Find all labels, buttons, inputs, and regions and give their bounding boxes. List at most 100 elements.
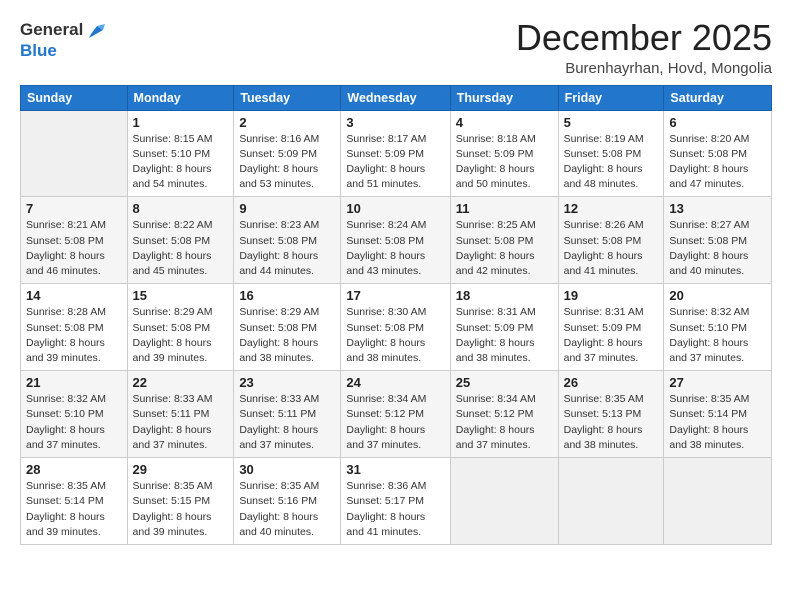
calendar-cell: 2Sunrise: 8:16 AM Sunset: 5:09 PM Daylig… (234, 110, 341, 197)
day-number: 1 (133, 115, 229, 130)
calendar-cell (450, 458, 558, 545)
location-title: Burenhayrhan, Hovd, Mongolia (516, 60, 772, 77)
calendar-cell: 10 Sunrise: 8:24 AM Sunset: 5:08 PM Dayli… (341, 197, 450, 284)
calendar-cell (664, 458, 772, 545)
day-info: Sunrise: 8:25 AM Sunset: 5:08 PM Dayligh… (456, 218, 553, 279)
header-day-tuesday: Tuesday (234, 85, 341, 110)
day-info: Sunrise: 8:30 AM Sunset: 5:08 PM Dayligh… (346, 305, 444, 366)
day-number: 10 (346, 201, 444, 216)
day-info: Sunrise: 8:32 AM Sunset: 5:10 PM Dayligh… (26, 392, 122, 453)
day-number: 17 (346, 288, 444, 303)
calendar-cell: 30 Sunrise: 8:35 AM Sunset: 5:16 PM Dayli… (234, 458, 341, 545)
day-info: Sunrise: 8:21 AM Sunset: 5:08 PM Dayligh… (26, 218, 122, 279)
day-info: Sunrise: 8:35 AM Sunset: 5:14 PM Dayligh… (669, 392, 766, 453)
day-number: 12 (564, 201, 659, 216)
day-info: Sunrise: 8:35 AM Sunset: 5:16 PM Dayligh… (239, 479, 335, 540)
day-number: 9 (239, 201, 335, 216)
day-number: 8 (133, 201, 229, 216)
day-number: 18 (456, 288, 553, 303)
calendar-cell: 1Sunrise: 8:15 AM Sunset: 5:10 PM Daylig… (127, 110, 234, 197)
header-day-thursday: Thursday (450, 85, 558, 110)
calendar-cell: 9Sunrise: 8:23 AM Sunset: 5:08 PM Daylig… (234, 197, 341, 284)
calendar-cell: 12Sunrise: 8:26 AM Sunset: 5:08 PM Dayli… (558, 197, 664, 284)
day-info: Sunrise: 8:19 AM Sunset: 5:08 PM Dayligh… (564, 132, 659, 193)
calendar-table: SundayMondayTuesdayWednesdayThursdayFrid… (20, 85, 772, 545)
calendar-cell: 11 Sunrise: 8:25 AM Sunset: 5:08 PM Dayli… (450, 197, 558, 284)
calendar-cell: 17 Sunrise: 8:30 AM Sunset: 5:08 PM Dayli… (341, 284, 450, 371)
calendar-cell (558, 458, 664, 545)
calendar-week-row: 28 Sunrise: 8:35 AM Sunset: 5:14 PM Dayli… (21, 458, 772, 545)
calendar-cell: 16Sunrise: 8:29 AM Sunset: 5:08 PM Dayli… (234, 284, 341, 371)
calendar-cell: 15Sunrise: 8:29 AM Sunset: 5:08 PM Dayli… (127, 284, 234, 371)
logo-blue: Blue (20, 42, 107, 61)
day-info: Sunrise: 8:34 AM Sunset: 5:12 PM Dayligh… (456, 392, 553, 453)
title-area: December 2025 Burenhayrhan, Hovd, Mongol… (516, 18, 772, 77)
day-number: 7 (26, 201, 122, 216)
day-info: Sunrise: 8:33 AM Sunset: 5:11 PM Dayligh… (239, 392, 335, 453)
calendar-week-row: 21 Sunrise: 8:32 AM Sunset: 5:10 PM Dayli… (21, 371, 772, 458)
day-number: 31 (346, 462, 444, 477)
calendar-cell: 8Sunrise: 8:22 AM Sunset: 5:08 PM Daylig… (127, 197, 234, 284)
day-number: 14 (26, 288, 122, 303)
day-info: Sunrise: 8:20 AM Sunset: 5:08 PM Dayligh… (669, 132, 766, 193)
logo-text: General Blue (20, 18, 107, 61)
calendar-cell: 20Sunrise: 8:32 AM Sunset: 5:10 PM Dayli… (664, 284, 772, 371)
calendar-cell: 5 Sunrise: 8:19 AM Sunset: 5:08 PM Daylig… (558, 110, 664, 197)
day-info: Sunrise: 8:17 AM Sunset: 5:09 PM Dayligh… (346, 132, 444, 193)
day-info: Sunrise: 8:32 AM Sunset: 5:10 PM Dayligh… (669, 305, 766, 366)
day-info: Sunrise: 8:31 AM Sunset: 5:09 PM Dayligh… (564, 305, 659, 366)
day-number: 23 (239, 375, 335, 390)
logo-icon (85, 20, 107, 42)
day-number: 25 (456, 375, 553, 390)
day-info: Sunrise: 8:27 AM Sunset: 5:08 PM Dayligh… (669, 218, 766, 279)
day-number: 19 (564, 288, 659, 303)
day-number: 4 (456, 115, 553, 130)
calendar-cell: 31 Sunrise: 8:36 AM Sunset: 5:17 PM Dayli… (341, 458, 450, 545)
calendar-cell: 19 Sunrise: 8:31 AM Sunset: 5:09 PM Dayli… (558, 284, 664, 371)
day-number: 6 (669, 115, 766, 130)
day-number: 28 (26, 462, 122, 477)
day-info: Sunrise: 8:18 AM Sunset: 5:09 PM Dayligh… (456, 132, 553, 193)
calendar-week-row: 1Sunrise: 8:15 AM Sunset: 5:10 PM Daylig… (21, 110, 772, 197)
day-number: 16 (239, 288, 335, 303)
day-info: Sunrise: 8:31 AM Sunset: 5:09 PM Dayligh… (456, 305, 553, 366)
day-info: Sunrise: 8:29 AM Sunset: 5:08 PM Dayligh… (133, 305, 229, 366)
calendar-cell: 25 Sunrise: 8:34 AM Sunset: 5:12 PM Dayli… (450, 371, 558, 458)
header-day-friday: Friday (558, 85, 664, 110)
day-info: Sunrise: 8:36 AM Sunset: 5:17 PM Dayligh… (346, 479, 444, 540)
header: General Blue December 2025 Burenhayrhan,… (20, 18, 772, 77)
day-number: 22 (133, 375, 229, 390)
calendar-cell: 23 Sunrise: 8:33 AM Sunset: 5:11 PM Dayli… (234, 371, 341, 458)
calendar-cell: 3Sunrise: 8:17 AM Sunset: 5:09 PM Daylig… (341, 110, 450, 197)
calendar-cell: 7 Sunrise: 8:21 AM Sunset: 5:08 PM Daylig… (21, 197, 128, 284)
calendar-cell: 24Sunrise: 8:34 AM Sunset: 5:12 PM Dayli… (341, 371, 450, 458)
calendar-header-row: SundayMondayTuesdayWednesdayThursdayFrid… (21, 85, 772, 110)
calendar-cell: 28 Sunrise: 8:35 AM Sunset: 5:14 PM Dayli… (21, 458, 128, 545)
day-number: 27 (669, 375, 766, 390)
day-info: Sunrise: 8:35 AM Sunset: 5:14 PM Dayligh… (26, 479, 122, 540)
calendar-cell: 27 Sunrise: 8:35 AM Sunset: 5:14 PM Dayli… (664, 371, 772, 458)
day-info: Sunrise: 8:28 AM Sunset: 5:08 PM Dayligh… (26, 305, 122, 366)
day-info: Sunrise: 8:35 AM Sunset: 5:13 PM Dayligh… (564, 392, 659, 453)
header-day-wednesday: Wednesday (341, 85, 450, 110)
day-number: 21 (26, 375, 122, 390)
calendar-cell: 29 Sunrise: 8:35 AM Sunset: 5:15 PM Dayli… (127, 458, 234, 545)
day-number: 30 (239, 462, 335, 477)
calendar-week-row: 7 Sunrise: 8:21 AM Sunset: 5:08 PM Daylig… (21, 197, 772, 284)
day-number: 29 (133, 462, 229, 477)
calendar-cell: 18 Sunrise: 8:31 AM Sunset: 5:09 PM Dayli… (450, 284, 558, 371)
day-info: Sunrise: 8:35 AM Sunset: 5:15 PM Dayligh… (133, 479, 229, 540)
calendar-week-row: 14 Sunrise: 8:28 AM Sunset: 5:08 PM Dayli… (21, 284, 772, 371)
header-day-sunday: Sunday (21, 85, 128, 110)
calendar-cell: 26Sunrise: 8:35 AM Sunset: 5:13 PM Dayli… (558, 371, 664, 458)
day-number: 2 (239, 115, 335, 130)
day-info: Sunrise: 8:24 AM Sunset: 5:08 PM Dayligh… (346, 218, 444, 279)
day-number: 13 (669, 201, 766, 216)
calendar-cell (21, 110, 128, 197)
calendar-cell: 22Sunrise: 8:33 AM Sunset: 5:11 PM Dayli… (127, 371, 234, 458)
page: General Blue December 2025 Burenhayrhan,… (0, 0, 792, 612)
day-number: 11 (456, 201, 553, 216)
day-number: 5 (564, 115, 659, 130)
logo-general: General (20, 21, 83, 40)
calendar-cell: 21 Sunrise: 8:32 AM Sunset: 5:10 PM Dayli… (21, 371, 128, 458)
